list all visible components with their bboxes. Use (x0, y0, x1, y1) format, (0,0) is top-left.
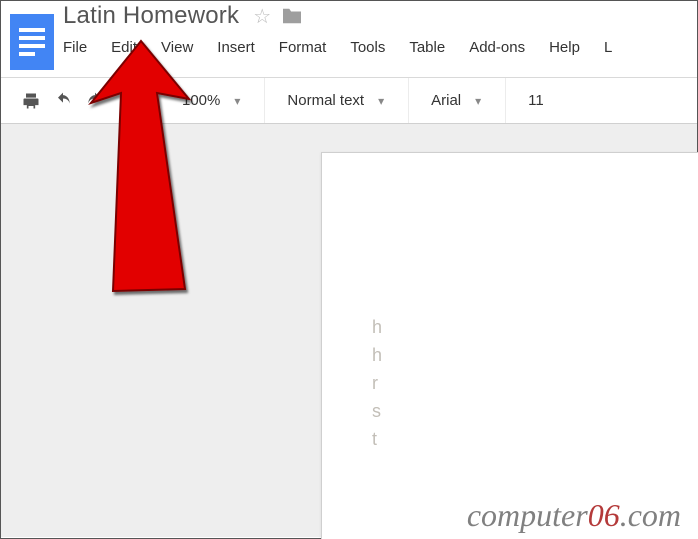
caret-icon: ▾ (378, 94, 384, 108)
document-page[interactable]: h h r s t (321, 152, 698, 539)
header: Latin Homework ☆ File Edit View Insert F… (1, 1, 697, 77)
document-title[interactable]: Latin Homework (63, 2, 239, 30)
zoom-select[interactable]: 100% ▾ (174, 92, 248, 109)
toolbar-font: Arial ▾ (409, 78, 506, 124)
toolbar-size: 11 (506, 78, 568, 124)
wm-num: 06 (588, 497, 620, 533)
style-select[interactable]: Normal text ▾ (279, 92, 392, 109)
menu-file[interactable]: File (63, 35, 99, 60)
menu-help[interactable]: Help (537, 35, 592, 60)
print-icon[interactable] (21, 91, 41, 111)
toolbar-style: Normal text ▾ (265, 78, 409, 124)
menu-tools[interactable]: Tools (338, 35, 397, 60)
canvas: h h r s t (1, 123, 697, 537)
toolbar-zoom: 100% ▾ (160, 78, 265, 124)
menu-format[interactable]: Format (267, 35, 339, 60)
menu-view[interactable]: View (149, 35, 205, 60)
docs-logo-icon (10, 14, 54, 70)
toolbar: 100% ▾ Normal text ▾ Arial ▾ 11 (1, 77, 697, 123)
caret-icon: ▾ (475, 94, 481, 108)
watermark: computer06.com (1, 497, 697, 534)
menu-bar: File Edit View Insert Format Tools Table… (63, 31, 697, 63)
undo-icon[interactable] (53, 91, 73, 111)
folder-icon[interactable] (281, 7, 303, 25)
zoom-value: 100% (182, 92, 220, 109)
toolbar-group-1 (15, 78, 160, 124)
style-value: Normal text (287, 92, 364, 109)
font-size-value: 11 (528, 92, 544, 109)
page-text: h h r s t (372, 313, 632, 453)
font-select[interactable]: Arial ▾ (423, 92, 489, 109)
menu-insert[interactable]: Insert (205, 35, 267, 60)
menu-table[interactable]: Table (397, 35, 457, 60)
menu-truncated[interactable]: L (592, 35, 624, 60)
wm-suffix: .com (620, 497, 681, 533)
menu-addons[interactable]: Add-ons (457, 35, 537, 60)
menu-edit[interactable]: Edit (99, 35, 149, 60)
app-window: Latin Homework ☆ File Edit View Insert F… (0, 0, 698, 539)
caret-icon: ▾ (234, 94, 240, 108)
title-area: Latin Homework ☆ File Edit View Insert F… (63, 1, 697, 63)
docs-logo[interactable] (1, 1, 63, 77)
font-value: Arial (431, 92, 461, 109)
star-icon[interactable]: ☆ (253, 4, 271, 29)
font-size-select[interactable]: 11 (520, 92, 552, 109)
paint-format-icon[interactable] (117, 91, 137, 111)
title-row: Latin Homework ☆ (63, 1, 697, 31)
wm-prefix: computer (467, 497, 588, 533)
redo-icon[interactable] (85, 91, 105, 111)
